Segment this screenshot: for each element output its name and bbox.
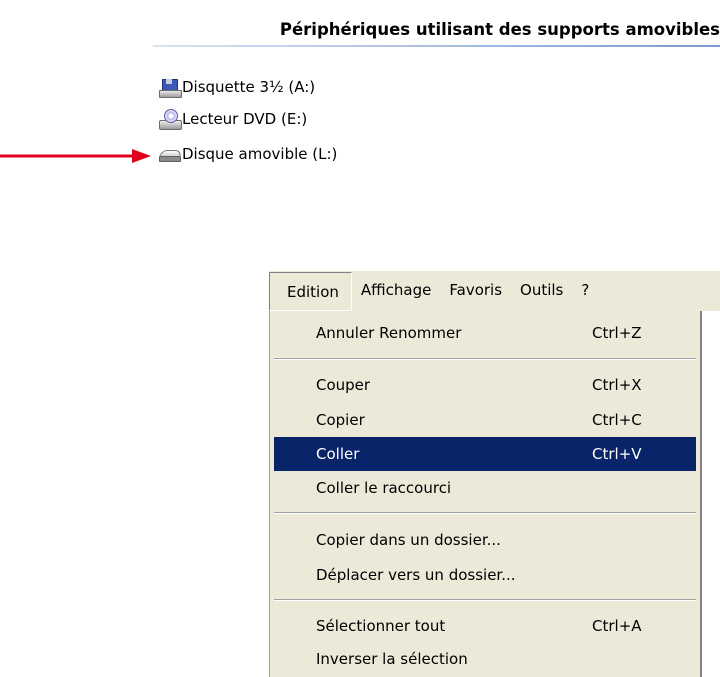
device-item-removable[interactable]: Disque amovible (L:) [158, 142, 338, 166]
menu-separator [274, 599, 696, 601]
device-label: Lecteur DVD (E:) [182, 110, 308, 128]
menu-item-select-all[interactable]: Sélectionner tout Ctrl+A [274, 609, 696, 643]
dvd-drive-icon [159, 109, 182, 130]
menu-help[interactable]: ? [572, 271, 598, 311]
edition-dropdown-menu: Annuler Renommer Ctrl+Z Couper Ctrl+X Co… [269, 311, 702, 677]
section-header-divider [153, 45, 720, 47]
floppy-drive-icon [159, 77, 182, 98]
removable-devices-section: Périphériques utilisant des supports amo… [153, 14, 720, 204]
device-label: Disquette 3½ (A:) [182, 78, 316, 96]
section-header: Périphériques utilisant des supports amo… [279, 20, 720, 39]
menu-separator [274, 512, 696, 514]
device-label: Disque amovible (L:) [182, 145, 338, 163]
menu-item-undo-rename[interactable]: Annuler Renommer Ctrl+Z [274, 316, 696, 350]
menu-item-cut[interactable]: Couper Ctrl+X [274, 368, 696, 402]
menu-favoris[interactable]: Favoris [440, 271, 511, 311]
device-item-floppy[interactable]: Disquette 3½ (A:) [159, 75, 315, 99]
menu-item-paste[interactable]: Coller Ctrl+V [274, 437, 696, 471]
menu-item-copy[interactable]: Copier Ctrl+C [274, 403, 696, 437]
menu-item-invert-selection[interactable]: Inverser la sélection [274, 642, 696, 676]
device-item-dvd[interactable]: Lecteur DVD (E:) [159, 107, 307, 131]
menu-affichage[interactable]: Affichage [352, 271, 440, 311]
menu-separator [274, 358, 696, 360]
menu-bar: Edition Affichage Favoris Outils ? [269, 271, 720, 311]
red-arrow-icon [0, 149, 151, 163]
menu-item-copy-to-folder[interactable]: Copier dans un dossier... [274, 523, 696, 557]
menu-outils[interactable]: Outils [511, 271, 572, 311]
menu-edition[interactable]: Edition [269, 272, 352, 311]
menu-item-move-to-folder[interactable]: Déplacer vers un dossier... [274, 558, 696, 592]
removable-drive-icon [158, 144, 183, 164]
menu-item-paste-shortcut[interactable]: Coller le raccourci [274, 471, 696, 505]
